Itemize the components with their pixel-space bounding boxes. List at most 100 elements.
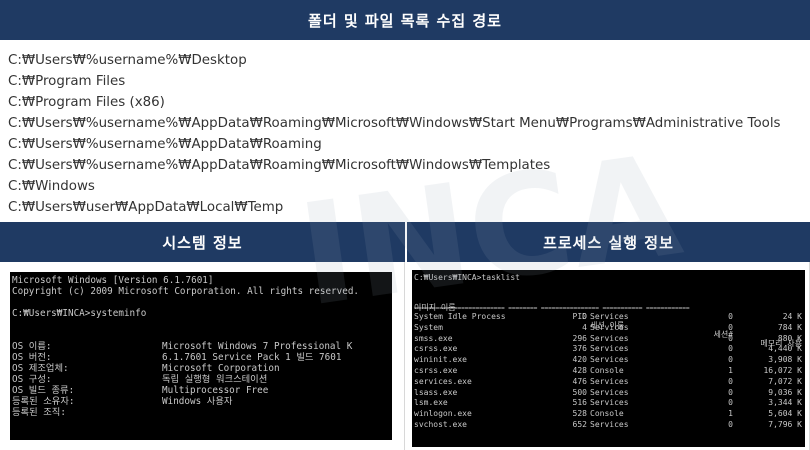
table-row: System 4 Services 0 784 K	[414, 323, 804, 333]
process-session-num: 0	[728, 387, 733, 397]
console-prompt: C:₩Users₩INCA>tasklist	[414, 273, 520, 282]
sysinfo-label: OS 버전:	[12, 352, 52, 363]
process-pid: 500	[572, 387, 587, 397]
process-memory: 24 K	[782, 312, 802, 321]
process-session: Services	[590, 355, 629, 365]
sysinfo-value: 6.1.7601 Service Pack 1 빌드 7601	[162, 352, 342, 363]
sysinfo-value: Microsoft Corporation	[162, 363, 280, 374]
process-session: Services	[590, 376, 629, 386]
systeminfo-console: Microsoft Windows [Version 6.1.7601] Cop…	[10, 272, 392, 440]
process-info-header: 프로세스 실행 정보	[407, 222, 810, 262]
path-item: C:₩Users₩%username%₩AppData₩Roaming₩Micr…	[8, 116, 781, 131]
sysinfo-label: 등록된 소유자:	[12, 396, 75, 407]
sysinfo-label: OS 이름:	[12, 341, 52, 352]
table-row: System Idle Process 0 Services 0 24 K	[414, 312, 804, 322]
process-session-num: 0	[728, 312, 733, 321]
path-item: C:₩Users₩user₩AppData₩Local₩Temp	[8, 200, 284, 215]
system-info-header: 시스템 정보	[0, 222, 405, 262]
table-row: wininit.exe 420 Services 0 3,908 K	[414, 355, 804, 365]
process-session: Services	[590, 420, 629, 429]
process-session-num: 0	[728, 398, 733, 408]
system-info-title: 시스템 정보	[162, 233, 243, 252]
tasklist-header-row: 이미지 이름 PID 세션 이름 세션# 메모리 사용	[414, 294, 804, 348]
process-pid: 528	[572, 409, 587, 419]
process-name: System Idle Process	[414, 312, 506, 321]
process-name: svchost.exe	[414, 420, 467, 429]
process-name: csrss.exe	[414, 344, 458, 354]
process-memory: 784 K	[777, 322, 802, 332]
sysinfo-label: 등록된 조직:	[12, 407, 66, 418]
table-row: csrss.exe 428 Console 1 16,072 K	[414, 366, 804, 376]
path-item: C:₩Users₩%username%₩Desktop	[8, 53, 247, 68]
process-session-num: 1	[728, 366, 733, 375]
sysinfo-label: OS 빌드 종류:	[12, 385, 75, 396]
process-pid: 4	[582, 322, 587, 332]
sysinfo-value: Windows 사용자	[162, 396, 233, 407]
process-name: smss.exe	[414, 333, 453, 343]
console-prompt: C:₩Users₩INCA>systeminfo	[12, 308, 147, 319]
process-pid: 652	[572, 420, 587, 429]
process-memory: 3,344 K	[768, 398, 802, 408]
process-memory: 16,072 K	[763, 366, 802, 375]
process-name: winlogon.exe	[414, 409, 472, 419]
process-session-num: 0	[728, 355, 733, 365]
process-memory: 7,072 K	[768, 376, 802, 386]
process-pid: 428	[572, 366, 587, 375]
process-name: services.exe	[414, 376, 472, 386]
process-session-num: 0	[728, 322, 733, 332]
process-session-num: 0	[728, 344, 733, 354]
process-memory: 9,036 K	[768, 387, 802, 397]
sysinfo-value: 독립 실행형 워크스테이션	[162, 374, 268, 385]
console-line: Microsoft Windows [Version 6.1.7601]	[12, 275, 214, 286]
process-pid: 376	[572, 344, 587, 354]
process-name: csrss.exe	[414, 366, 458, 375]
process-session: Services	[590, 398, 629, 408]
table-row: winlogon.exe 528 Console 1 5,604 K	[414, 409, 804, 419]
table-row: svchost.exe 652 Services 0 7,796 K	[414, 420, 804, 430]
process-info-title: 프로세스 실행 정보	[543, 233, 674, 252]
process-session-num: 1	[728, 409, 733, 419]
process-session: Services	[590, 387, 629, 397]
process-session-num: 0	[728, 333, 733, 343]
collection-path-list: C:₩Users₩%username%₩Desktop C:₩Program F…	[8, 50, 808, 218]
process-session: Services	[590, 344, 629, 354]
page-title-bar: 폴더 및 파일 목록 수집 경로	[0, 0, 810, 40]
process-memory: 3,908 K	[768, 355, 802, 365]
path-item: C:₩Users₩%username%₩AppData₩Roaming₩Micr…	[8, 158, 551, 173]
path-item: C:₩Program Files	[8, 74, 126, 89]
path-item: C:₩Program Files (x86)	[8, 95, 165, 110]
process-session: Services	[590, 322, 629, 332]
sysinfo-label: OS 제조업체:	[12, 363, 69, 374]
tasklist-console: C:₩Users₩INCA>tasklist 이미지 이름 PID 세션 이름 …	[412, 270, 805, 447]
table-row: lsm.exe 516 Services 0 3,344 K	[414, 398, 804, 408]
process-session: Console	[590, 409, 624, 419]
process-pid: 476	[572, 376, 587, 386]
sysinfo-label: OS 구성:	[12, 374, 52, 385]
process-pid: 0	[582, 312, 587, 321]
process-memory: 880 K	[777, 333, 802, 343]
path-item: C:₩Users₩%username%₩AppData₩Roaming	[8, 137, 322, 152]
page-title: 폴더 및 파일 목록 수집 경로	[308, 11, 502, 30]
process-session-num: 0	[728, 420, 733, 429]
process-session: Services	[590, 333, 629, 343]
console-line: Copyright (c) 2009 Microsoft Corporation…	[12, 286, 360, 297]
process-info-panel: C:₩Users₩INCA>tasklist 이미지 이름 PID 세션 이름 …	[407, 262, 810, 450]
process-name: lsm.exe	[414, 398, 448, 408]
path-item: C:₩Windows	[8, 179, 95, 194]
process-memory: 7,796 K	[768, 420, 802, 429]
process-pid: 420	[572, 355, 587, 365]
table-row: csrss.exe 376 Services 0 4,440 K	[414, 344, 804, 354]
process-name: System	[414, 322, 443, 332]
process-session: Console	[590, 366, 624, 375]
process-memory: 5,604 K	[768, 409, 802, 419]
sysinfo-value: Microsoft Windows 7 Professional K	[162, 341, 353, 352]
table-row: lsass.exe 500 Services 0 9,036 K	[414, 388, 804, 398]
process-name: lsass.exe	[414, 387, 458, 397]
process-pid: 296	[572, 333, 587, 343]
system-info-panel: Microsoft Windows [Version 6.1.7601] Cop…	[0, 262, 405, 450]
process-memory: 4,440 K	[768, 344, 802, 354]
process-pid: 516	[572, 398, 587, 408]
sysinfo-value: Multiprocessor Free	[162, 385, 269, 396]
process-session-num: 0	[728, 376, 733, 386]
process-session: Services	[590, 312, 629, 321]
